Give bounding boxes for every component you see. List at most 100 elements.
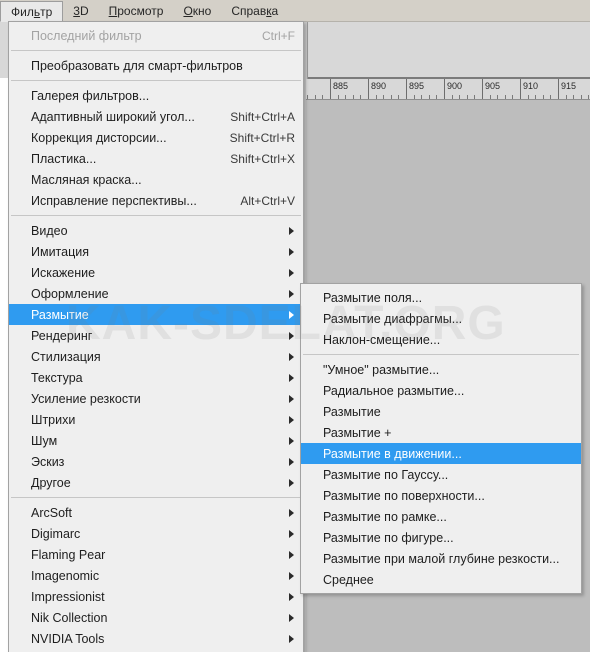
filter-menu-item[interactable]: Адаптивный широкий угол... Shift+Ctrl+A — [9, 106, 303, 127]
filter-menu-item[interactable]: Преобразовать для смарт-фильтров — [9, 55, 303, 76]
menubar-item-3[interactable]: Окно — [173, 0, 221, 22]
menubar-item-4[interactable]: Справ к а — [221, 0, 288, 22]
chevron-right-icon — [289, 634, 294, 643]
ruler-minor-tick — [581, 95, 582, 99]
filter-menu-item-label: Преобразовать для смарт-фильтров — [31, 58, 243, 73]
filter-menu-item[interactable]: ArcSoft — [9, 502, 303, 523]
blur-submenu-item[interactable]: "Умное" размытие... — [301, 359, 581, 380]
menubar: Фил ь тр 3 D Просмотр Окно Справ к а — [0, 0, 288, 22]
blur-submenu-item[interactable]: Размытие — [301, 401, 581, 422]
filter-menu-item[interactable]: Штрихи — [9, 409, 303, 430]
ruler-minor-tick — [338, 95, 339, 99]
blur-submenu-item-label: Размытие + — [323, 425, 392, 440]
filter-menu-item[interactable]: Digimarc — [9, 523, 303, 544]
ruler-label: 915 — [561, 81, 577, 91]
filter-menu-item-label: Масляная краска... — [31, 172, 142, 187]
menubar-accel-char: ь — [33, 4, 41, 19]
filter-menu-item[interactable]: Impressionist — [9, 586, 303, 607]
filter-menu-item-label: Галерея фильтров... — [31, 88, 150, 103]
chevron-right-icon — [289, 571, 294, 580]
blur-submenu-item[interactable]: Размытие по рамке... — [301, 506, 581, 527]
blur-submenu-item[interactable]: Радиальное размытие... — [301, 380, 581, 401]
blur-submenu-item-label: Размытие поля... — [323, 290, 423, 305]
ruler-minor-tick — [322, 95, 323, 99]
filter-menu-item-label: Видео — [31, 223, 68, 238]
filter-menu-item[interactable]: Имитация — [9, 241, 303, 262]
blur-submenu-item[interactable]: Размытие диафрагмы... — [301, 308, 581, 329]
blur-submenu-item-label: Размытие при малой глубине резкости... — [323, 551, 560, 566]
filter-menu-item[interactable]: Размытие — [9, 304, 303, 325]
menu-separator — [303, 354, 579, 355]
chevron-right-icon — [289, 457, 294, 466]
blur-submenu-item-label: Размытие диафрагмы... — [323, 311, 463, 326]
chevron-right-icon — [289, 373, 294, 382]
filter-menu-item[interactable]: Масляная краска... — [9, 169, 303, 190]
blur-submenu-item[interactable]: Размытие в движении... — [301, 443, 581, 464]
filter-menu-item-label: ArcSoft — [31, 505, 72, 520]
filter-menu-item-label: Искажение — [31, 265, 96, 280]
filter-menu-item[interactable]: Оформление — [9, 283, 303, 304]
menubar-item-0[interactable]: Фил ь тр — [0, 1, 64, 22]
ruler-minor-tick — [512, 95, 513, 99]
filter-menu-item-label: Усиление резкости — [31, 391, 141, 406]
menubar-item-1[interactable]: 3D — [63, 0, 98, 22]
ruler-label: 910 — [523, 81, 539, 91]
ruler-minor-tick — [490, 95, 491, 99]
filter-menu-item[interactable]: Шум — [9, 430, 303, 451]
filter-menu-item[interactable]: Видео — [9, 220, 303, 241]
ruler-minor-tick — [429, 95, 430, 99]
filter-menu-item-label: Последний фильтр — [31, 28, 142, 43]
filter-menu-item[interactable]: Другое — [9, 472, 303, 493]
filter-menu-item[interactable]: Галерея фильтров... — [9, 85, 303, 106]
filter-menu-item[interactable]: NVIDIA Tools — [9, 628, 303, 649]
ruler-minor-tick — [467, 95, 468, 99]
filter-menu-item-shortcut: Shift+Ctrl+X — [230, 151, 295, 166]
blur-submenu-item[interactable]: Размытие по Гауссу... — [301, 464, 581, 485]
filter-menu-item[interactable]: Эскиз — [9, 451, 303, 472]
blur-submenu-item[interactable]: Размытие при малой глубине резкости... — [301, 548, 581, 569]
filter-menu-item-label: Оформление — [31, 286, 109, 301]
filter-menu-item-shortcut: Shift+Ctrl+R — [229, 130, 295, 145]
filter-menu-item-label: Размытие — [31, 307, 89, 322]
chevron-right-icon — [289, 550, 294, 559]
filter-menu-item[interactable]: Стилизация — [9, 346, 303, 367]
menubar-accel-char: к — [266, 4, 272, 18]
blur-submenu-item[interactable]: Среднее — [301, 569, 581, 590]
blur-submenu-item[interactable]: Наклон-смещение... — [301, 329, 581, 350]
blur-submenu-item[interactable]: Размытие по фигуре... — [301, 527, 581, 548]
chevron-right-icon — [289, 508, 294, 517]
filter-menu-item[interactable]: Пластика... Shift+Ctrl+X — [9, 148, 303, 169]
filter-menu-item-label: Пластика... — [31, 151, 97, 166]
blur-submenu-item[interactable]: Размытие поля... — [301, 287, 581, 308]
ruler-minor-tick — [528, 95, 529, 99]
chevron-right-icon — [289, 478, 294, 487]
filter-dropdown-menu: Последний фильтр Ctrl+F Преобразовать для … — [8, 21, 304, 652]
filter-menu-item[interactable]: Исправление перспективы... Alt+Ctrl+V — [9, 190, 303, 211]
filter-menu-item[interactable]: Nik Collection — [9, 607, 303, 628]
blur-submenu-item[interactable]: Размытие + — [301, 422, 581, 443]
blur-submenu-item[interactable]: Размытие по поверхности... — [301, 485, 581, 506]
filter-menu-item[interactable]: Коррекция дисторсии... Shift+Ctrl+R — [9, 127, 303, 148]
menubar-accel-char: П — [108, 4, 118, 18]
ruler-label: 890 — [371, 81, 387, 91]
ruler-minor-tick — [543, 95, 544, 99]
filter-menu-item[interactable]: Рендеринг — [9, 325, 303, 346]
ruler-minor-tick — [535, 95, 536, 99]
ruler-label: 885 — [333, 81, 349, 91]
chevron-right-icon — [289, 289, 294, 298]
chevron-right-icon — [289, 436, 294, 445]
ruler-minor-tick — [353, 95, 354, 99]
ruler-label: 900 — [447, 81, 463, 91]
ruler-minor-tick — [360, 95, 361, 99]
filter-menu-item[interactable]: Усиление резкости — [9, 388, 303, 409]
photoshop-window: 885 890 895 900 905 910 915 Фил ь тр 3 D Просмотр Ок… — [0, 0, 590, 652]
menu-separator — [11, 215, 301, 216]
filter-menu-item[interactable]: Текстура — [9, 367, 303, 388]
menubar-item-2[interactable]: Просмотр — [99, 0, 174, 22]
horizontal-ruler: 885 890 895 900 905 910 915 — [306, 79, 590, 100]
filter-menu-item[interactable]: Flaming Pear — [9, 544, 303, 565]
filter-menu-item[interactable]: Imagenomic — [9, 565, 303, 586]
chevron-right-icon — [289, 226, 294, 235]
filter-menu-item-label: Коррекция дисторсии... — [31, 130, 167, 145]
filter-menu-item[interactable]: Искажение — [9, 262, 303, 283]
